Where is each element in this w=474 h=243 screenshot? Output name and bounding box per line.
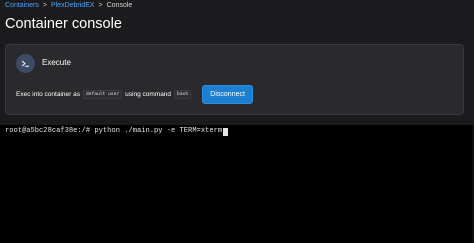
breadcrumb-separator: > (98, 2, 103, 9)
command-chip: bash (174, 90, 192, 99)
breadcrumb-containers-link[interactable]: Containers (5, 1, 39, 10)
exec-prefix-label: Exec into container as (16, 91, 80, 98)
exec-row: Exec into container as default user usin… (16, 85, 254, 104)
terminal[interactable]: root@a5bc28caf38e:/# python ./main.py -e… (0, 125, 474, 243)
execute-panel: Execute Exec into container as default u… (5, 44, 464, 115)
command-label: using command (125, 91, 172, 98)
disconnect-button[interactable]: Disconnect (202, 85, 254, 104)
breadcrumb-container-link[interactable]: PlexDebridEX (51, 1, 95, 10)
terminal-cursor (222, 127, 228, 136)
user-chip: default user (82, 90, 123, 99)
execute-header: Execute (42, 58, 71, 67)
page-title: Container console (5, 16, 122, 32)
breadcrumb-separator: > (42, 2, 47, 9)
terminal-command: python ./main.py -e TERM=xterm (94, 127, 223, 135)
breadcrumb-current: Console (106, 2, 133, 9)
terminal-icon (16, 54, 35, 73)
terminal-line: root@a5bc28caf38e:/# python ./main.py -e… (5, 127, 228, 136)
breadcrumb: Containers > PlexDebridEX > Console (5, 1, 132, 10)
terminal-prompt: root@a5bc28caf38e:/# (5, 127, 95, 135)
